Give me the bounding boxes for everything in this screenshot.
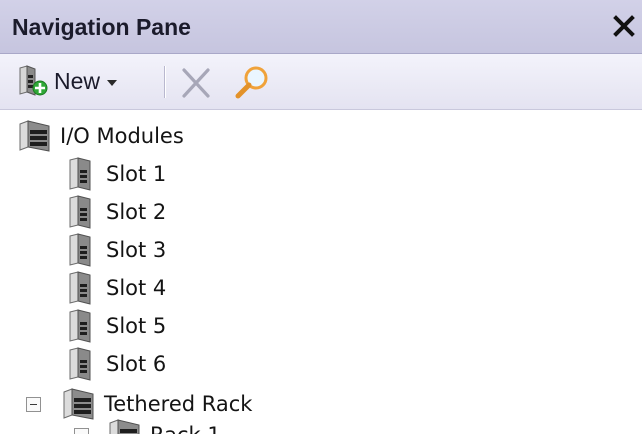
pane-title: Navigation Pane bbox=[12, 14, 191, 40]
chevron-down-icon bbox=[107, 79, 118, 86]
tree-node-slot-2[interactable]: Slot 2 bbox=[66, 193, 166, 231]
close-button[interactable] bbox=[610, 12, 638, 40]
rack-1-collapse-toggle[interactable] bbox=[74, 428, 89, 434]
tree-node-label: Rack 1 bbox=[150, 423, 221, 434]
tree-node-label: Slot 5 bbox=[106, 314, 167, 338]
tree-node-slot-3[interactable]: Slot 3 bbox=[66, 231, 166, 269]
chassis-icon bbox=[109, 419, 140, 434]
module-icon bbox=[69, 157, 91, 191]
chassis-icon bbox=[63, 388, 94, 420]
navigation-tree: I/O Modules Slot 1 Slot 2 Slot 3 Slot 4 … bbox=[0, 112, 642, 434]
tethered-rack-collapse-toggle[interactable] bbox=[26, 397, 41, 412]
module-icon bbox=[69, 271, 91, 305]
module-icon bbox=[69, 195, 91, 229]
tree-node-rack-1[interactable]: Rack 1 bbox=[108, 416, 221, 434]
new-button-label: New bbox=[54, 67, 101, 94]
tree-node-slot-6[interactable]: Slot 6 bbox=[66, 345, 166, 383]
tree-node-slot-1[interactable]: Slot 1 bbox=[66, 155, 166, 193]
module-icon bbox=[69, 309, 91, 343]
toolbar: New bbox=[0, 54, 642, 110]
tree-node-io-modules[interactable]: I/O Modules bbox=[18, 117, 184, 155]
search-icon bbox=[235, 66, 268, 99]
tree-node-label: Tethered Rack bbox=[104, 392, 253, 416]
module-icon bbox=[69, 347, 91, 381]
chassis-icon bbox=[19, 120, 50, 152]
toolbar-separator bbox=[164, 66, 165, 98]
module-icon bbox=[69, 233, 91, 267]
tree-node-slot-5[interactable]: Slot 5 bbox=[66, 307, 166, 345]
new-module-icon bbox=[19, 65, 48, 96]
tree-node-label: Slot 3 bbox=[106, 238, 167, 262]
tree-node-label: Slot 1 bbox=[106, 162, 167, 186]
tree-node-label: Slot 2 bbox=[106, 200, 167, 224]
new-button[interactable]: New bbox=[18, 63, 118, 99]
tree-node-label: Slot 4 bbox=[106, 276, 167, 300]
title-bar: Navigation Pane bbox=[0, 0, 642, 54]
tree-node-slot-4[interactable]: Slot 4 bbox=[66, 269, 166, 307]
delete-icon bbox=[182, 68, 210, 98]
tree-node-label: I/O Modules bbox=[60, 124, 184, 148]
search-button[interactable] bbox=[232, 64, 272, 102]
close-icon bbox=[613, 15, 635, 37]
delete-button[interactable] bbox=[178, 66, 214, 100]
tree-node-label: Slot 6 bbox=[106, 352, 167, 376]
